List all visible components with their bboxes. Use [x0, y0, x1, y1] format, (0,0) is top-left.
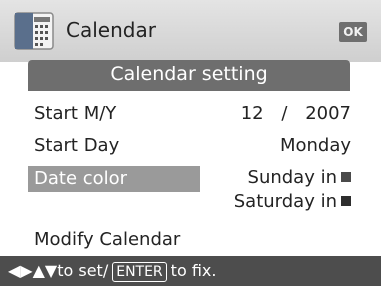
enter-key-icon: ENTER [112, 262, 167, 282]
section-divider [28, 88, 350, 91]
start-year-value[interactable]: 2007 [305, 103, 351, 124]
sunday-color-text: Sunday in [247, 167, 337, 188]
calendar-grid-icon [14, 12, 54, 50]
date-color-label[interactable]: Date color [34, 167, 127, 191]
hint-to-fix: to fix. [170, 261, 217, 280]
ok-button[interactable]: OK [339, 22, 367, 42]
modify-calendar-item[interactable]: Modify Calendar [34, 228, 180, 252]
hint-bar: ◀▶▲▼to set/ENTER to fix. [0, 256, 381, 286]
sunday-color-setting[interactable]: Sunday in [248, 166, 351, 190]
section-title: Calendar setting [28, 60, 350, 88]
sunday-color-swatch [341, 172, 351, 182]
app-title: Calendar [66, 18, 156, 42]
saturday-color-swatch [341, 196, 351, 206]
start-day-value[interactable]: Monday [280, 134, 351, 158]
month-year-separator: / [281, 103, 288, 124]
hint-to-set: to set/ [57, 261, 109, 280]
start-day-label[interactable]: Start Day [34, 134, 119, 158]
navigation-arrows-icon: ◀▶▲▼ [8, 261, 58, 280]
title-bar: Calendar OK [0, 0, 381, 62]
saturday-color-text: Saturday in [233, 191, 337, 212]
saturday-color-setting[interactable]: Saturday in [234, 190, 351, 214]
start-my-value[interactable]: 12 / 2007 [241, 102, 351, 126]
start-my-label[interactable]: Start M/Y [34, 102, 116, 126]
start-month-value[interactable]: 12 [241, 103, 264, 124]
